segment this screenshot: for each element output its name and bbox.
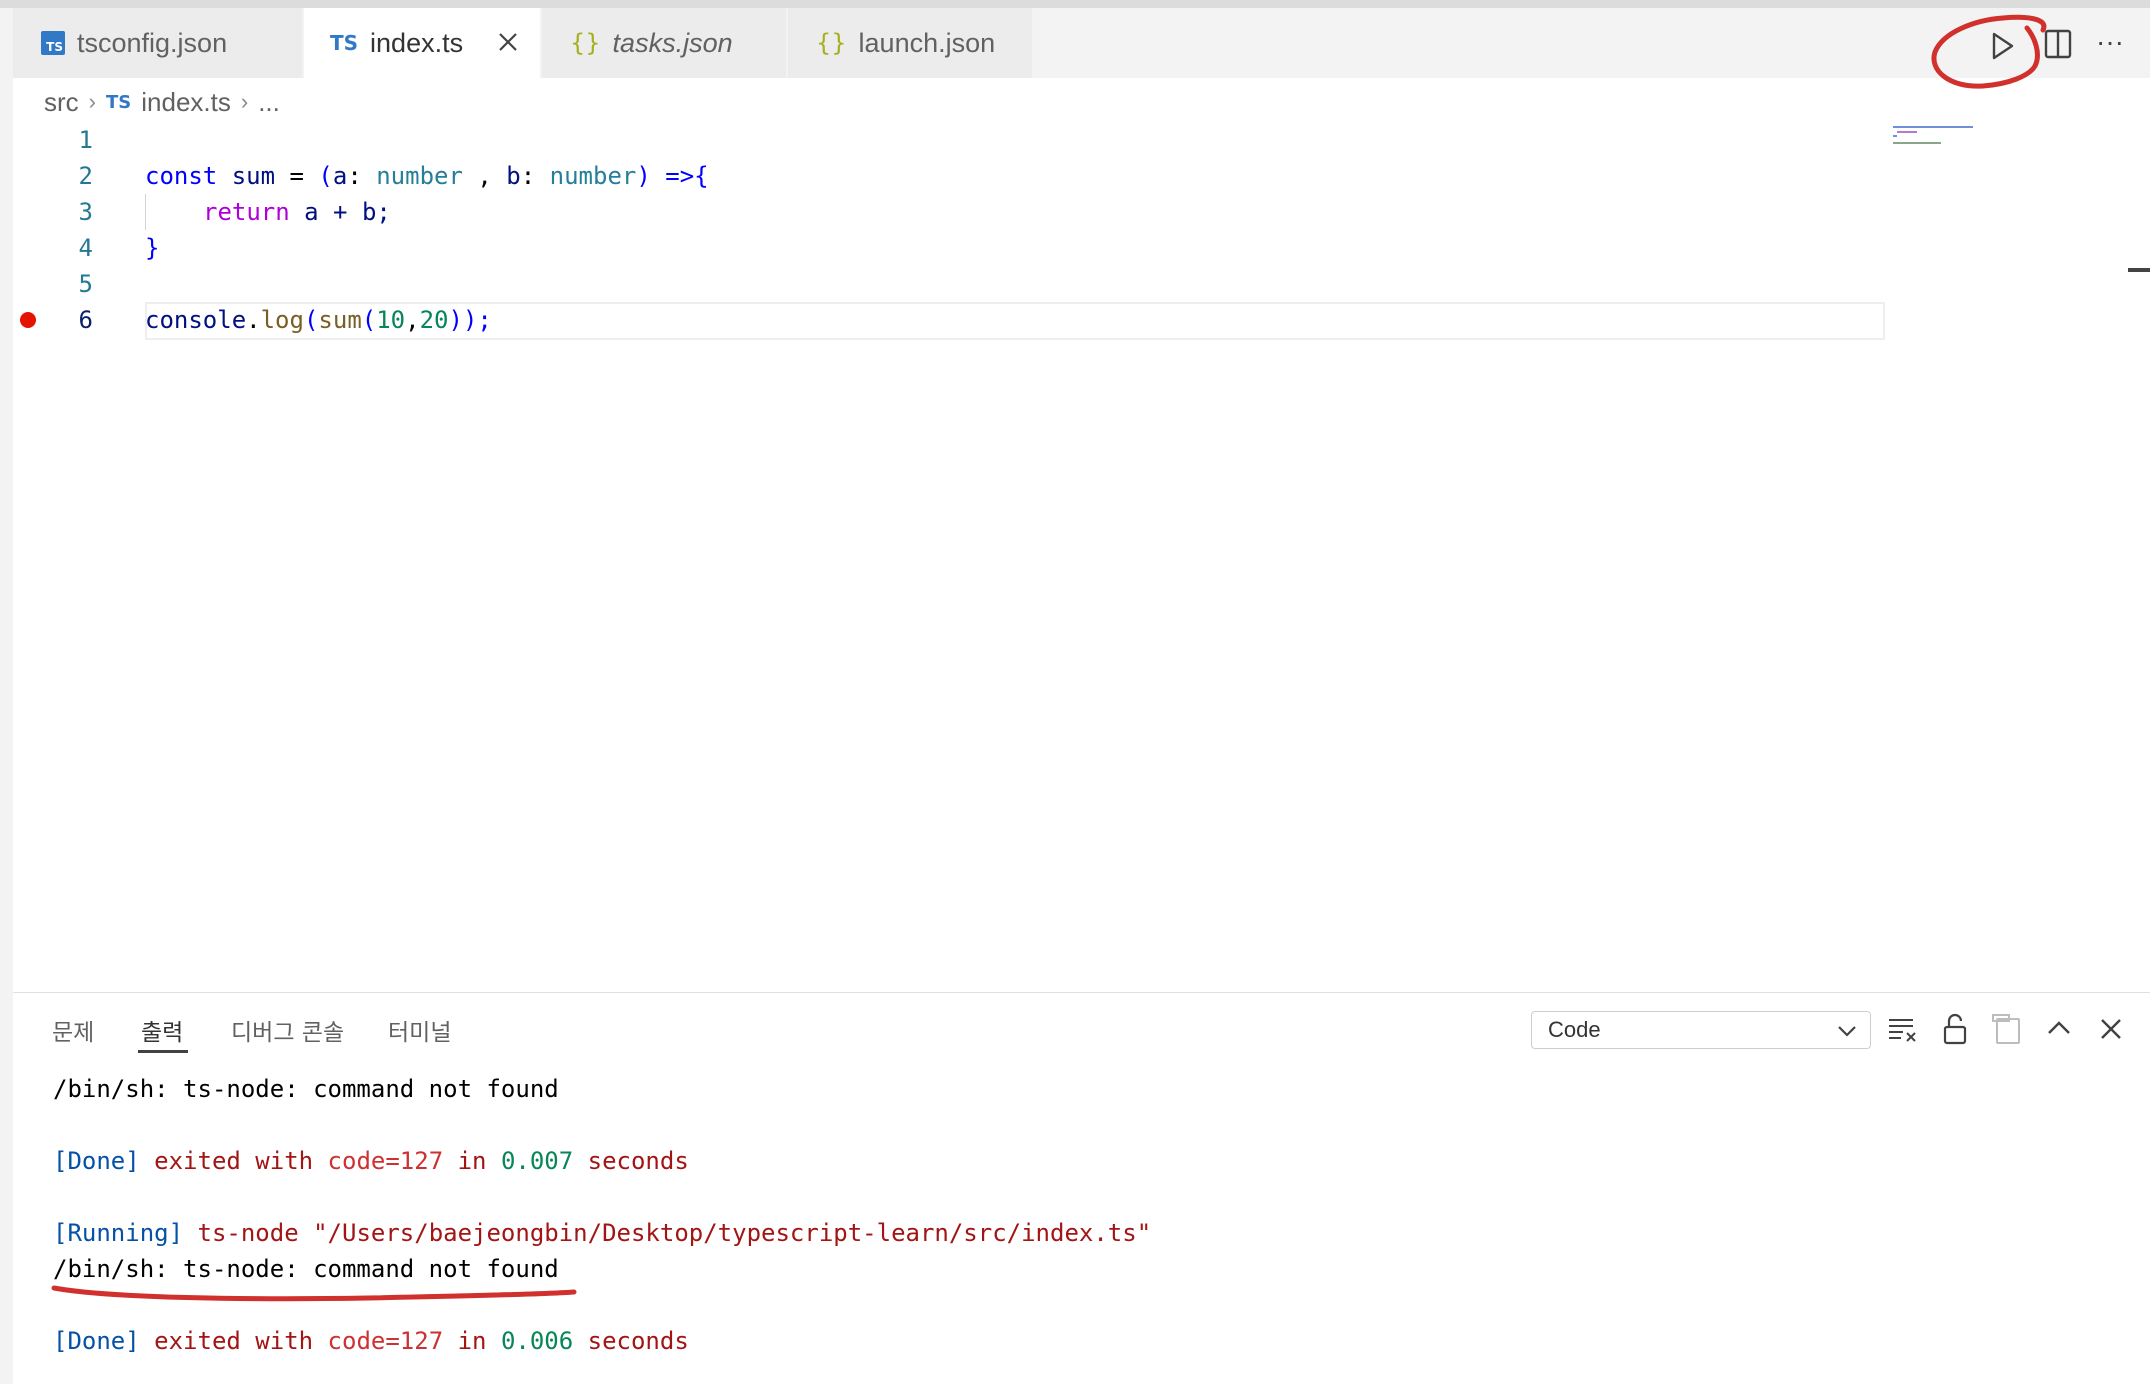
code-line: 3 return a + b; — [13, 194, 1893, 230]
window-top-strip — [0, 0, 2150, 8]
output-line: [Done] exited with code=127 in 0.006 sec… — [53, 1327, 689, 1355]
output-channel-value: Code — [1548, 1017, 1601, 1042]
code-text: console.log(sum(10,20)); — [145, 306, 492, 334]
ts-icon: TS — [330, 31, 359, 55]
tab-label: index.ts — [370, 27, 464, 58]
line-number: 4 — [78, 234, 93, 262]
tab-problems[interactable]: 문제 — [52, 1013, 94, 1047]
chevron-up-icon[interactable] — [2041, 1011, 2077, 1047]
code-line: 4 } — [13, 230, 1893, 266]
editor-tab-bar: TS tsconfig.json TS index.ts {} tasks.js… — [13, 8, 2150, 78]
code-line: 5 — [13, 266, 1893, 302]
line-number: 3 — [78, 198, 93, 226]
json-braces-icon: {} — [816, 29, 847, 57]
split-editor-icon[interactable] — [2038, 24, 2078, 64]
tab-index-ts[interactable]: TS index.ts — [304, 8, 541, 78]
code-editor[interactable]: 1 2 const sum = (a: number , b: number) … — [13, 122, 2150, 992]
ts-icon: TS — [106, 91, 132, 113]
tab-output[interactable]: 출력 — [141, 1013, 183, 1047]
run-icon[interactable] — [1982, 26, 2022, 66]
code-line: 2 const sum = (a: number , b: number) =>… — [13, 158, 1893, 194]
output-line: /bin/sh: ts-node: command not found — [53, 1255, 559, 1283]
output-line: [Running] ts-node "/Users/baejeongbin/De… — [53, 1219, 1152, 1247]
overview-ruler-marker — [2128, 268, 2150, 272]
breadcrumb: src › TS index.ts › ... — [44, 84, 280, 120]
output-console[interactable]: /bin/sh: ts-node: command not found [Don… — [13, 1061, 2150, 1384]
scrolled-output-fragment — [53, 1061, 1033, 1067]
bottom-panel: 문제 출력 디버그 콘솔 터미널 Code /bin/sh: ts-node: … — [13, 992, 2150, 1384]
clear-output-icon[interactable] — [1885, 1011, 1921, 1047]
output-channel-select[interactable]: Code — [1531, 1011, 1871, 1049]
breadcrumb-symbols[interactable]: ... — [258, 87, 280, 118]
line-number: 2 — [78, 162, 93, 190]
line-number: 5 — [78, 270, 93, 298]
chevron-right-icon: › — [88, 89, 96, 114]
line-number: 1 — [78, 126, 93, 154]
close-icon[interactable] — [494, 28, 522, 56]
tab-tasks-json[interactable]: {} tasks.json — [542, 8, 787, 78]
code-text: } — [145, 234, 160, 262]
more-actions-icon[interactable]: ··· — [2090, 26, 2130, 66]
breadcrumb-file[interactable]: index.ts — [141, 87, 231, 118]
output-line: /bin/sh: ts-node: command not found — [53, 1075, 559, 1103]
lock-icon[interactable] — [1937, 1011, 1973, 1047]
chevron-right-icon: › — [240, 89, 249, 114]
json-braces-icon: {} — [570, 29, 601, 57]
code-text: const sum = (a: number , b: number) =>{ — [145, 162, 709, 190]
tab-label: tasks.json — [612, 27, 733, 58]
ts-config-icon: TS — [41, 31, 65, 55]
close-icon[interactable] — [2093, 1011, 2129, 1047]
chevron-down-icon — [1838, 1026, 1856, 1037]
line-number: 6 — [78, 306, 93, 334]
active-tab-indicator — [138, 1050, 188, 1053]
code-text: return a + b; — [203, 198, 391, 226]
panel-header: 문제 출력 디버그 콘솔 터미널 Code — [13, 993, 2150, 1061]
breadcrumb-folder[interactable]: src — [44, 87, 79, 118]
output-line: [Done] exited with code=127 in 0.007 sec… — [53, 1147, 689, 1175]
tab-label: tsconfig.json — [77, 27, 228, 58]
tab-launch-json[interactable]: {} launch.json — [788, 8, 1033, 78]
tab-debug-console[interactable]: 디버그 콘솔 — [231, 1013, 344, 1047]
tab-label: launch.json — [858, 27, 996, 58]
code-line: 1 — [13, 122, 1893, 158]
tab-terminal[interactable]: 터미널 — [388, 1013, 451, 1047]
open-log-file-icon[interactable] — [1989, 1011, 2025, 1047]
minimap[interactable] — [1893, 124, 1983, 148]
activity-edge — [0, 8, 13, 1384]
tab-tsconfig-json[interactable]: TS tsconfig.json — [13, 8, 303, 78]
code-line: 6 console.log(sum(10,20)); — [13, 302, 1893, 338]
